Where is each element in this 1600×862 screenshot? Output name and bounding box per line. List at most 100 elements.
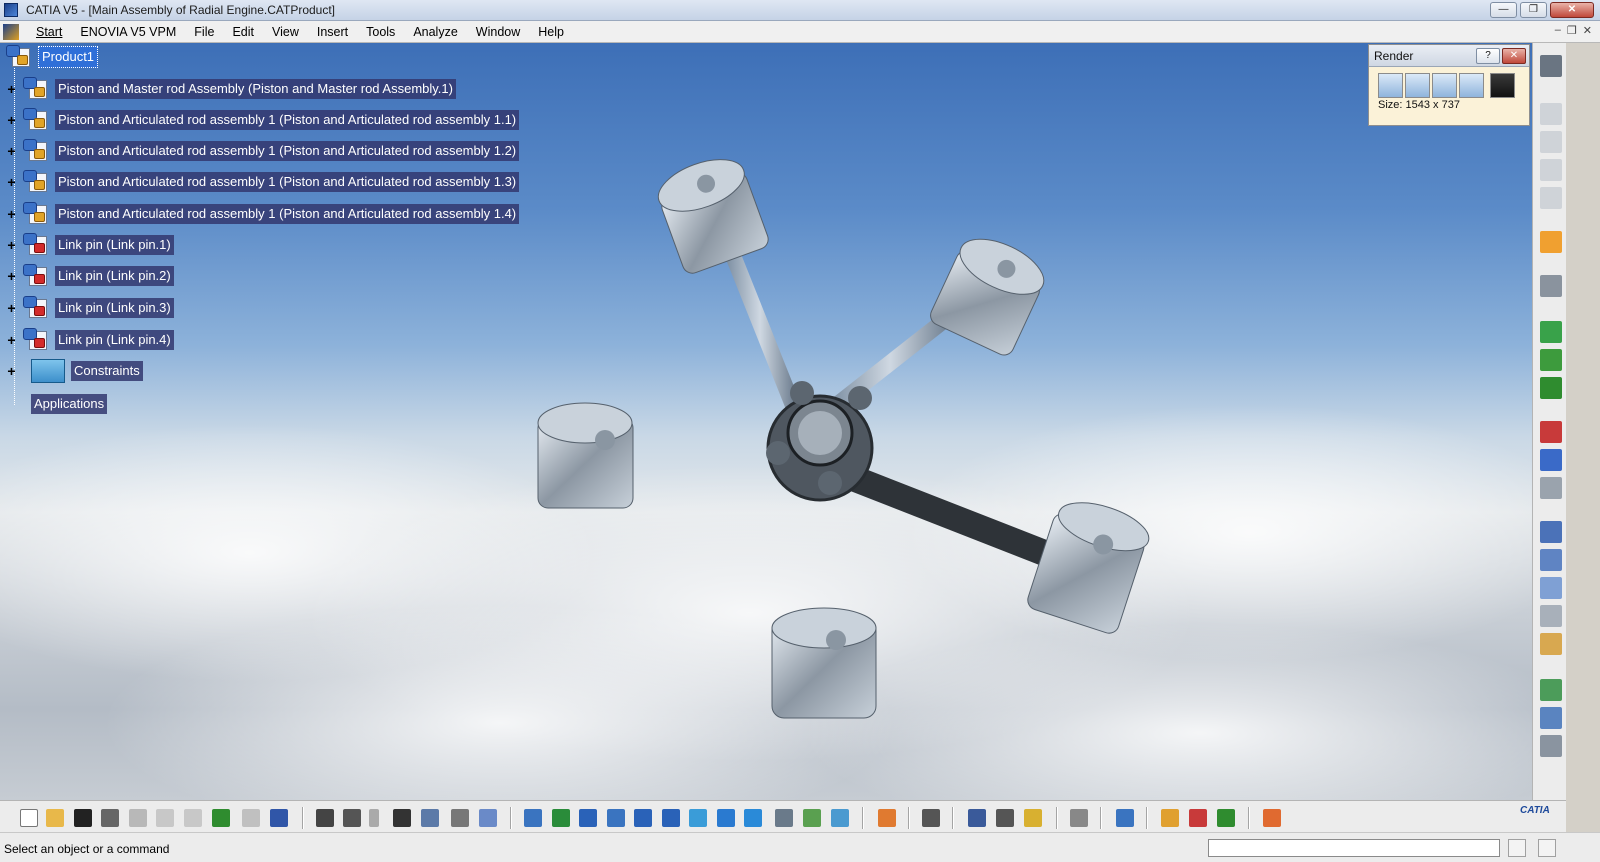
open-icon[interactable] xyxy=(46,809,64,827)
scene-icon[interactable] xyxy=(1217,809,1235,827)
manipulate-icon[interactable] xyxy=(1540,275,1562,297)
hide-show-icon[interactable] xyxy=(803,809,821,827)
menu-file[interactable]: File xyxy=(185,22,223,42)
tree-label-applications[interactable]: Applications xyxy=(31,394,108,414)
close-button[interactable]: ✕ xyxy=(1550,2,1594,18)
swap-visible-icon[interactable] xyxy=(831,809,849,827)
catia-app-icon[interactable] xyxy=(4,3,18,17)
render-camera-icon[interactable] xyxy=(1459,73,1484,98)
iso-view-icon[interactable] xyxy=(744,809,762,827)
inertia-icon[interactable] xyxy=(1024,809,1042,827)
render-close-button[interactable]: ✕ xyxy=(1502,47,1526,64)
catalog-browser-icon[interactable] xyxy=(922,809,940,827)
3d-viewport[interactable]: Product1 + Piston and Master rod Assembl… xyxy=(0,43,1566,800)
catalog-icon[interactable] xyxy=(1540,633,1562,655)
capture-icon[interactable] xyxy=(878,809,896,827)
rule-icon[interactable] xyxy=(369,809,379,827)
help-button[interactable]: ? xyxy=(1476,47,1500,64)
radial-engine-model[interactable] xyxy=(520,128,1160,748)
mdi-minimize-button[interactable]: – xyxy=(1555,24,1561,37)
tree-node-link-pin-3[interactable]: + Link pin (Link pin.3) xyxy=(6,296,174,320)
tree-label[interactable]: Link pin (Link pin.4) xyxy=(55,330,174,350)
restore-button[interactable]: ❐ xyxy=(1520,2,1547,18)
text-annotation-icon[interactable] xyxy=(1540,549,1562,571)
expand-icon[interactable]: + xyxy=(6,82,17,96)
grid-icon[interactable] xyxy=(1263,809,1281,827)
menu-enovia[interactable]: ENOVIA V5 VPM xyxy=(71,22,185,42)
new-icon[interactable] xyxy=(20,809,38,827)
tree-label[interactable]: Piston and Articulated rod assembly 1 (P… xyxy=(55,204,520,224)
apply-material-icon[interactable] xyxy=(1116,809,1134,827)
menu-edit[interactable]: Edit xyxy=(223,22,263,42)
table-icon[interactable] xyxy=(393,809,411,827)
fix-constraint-icon[interactable] xyxy=(1540,421,1562,443)
save-icon[interactable] xyxy=(74,809,92,827)
product-tool-icon[interactable] xyxy=(1540,103,1562,125)
pan-icon[interactable] xyxy=(579,809,597,827)
copy-icon[interactable] xyxy=(156,809,174,827)
mdi-restore-button[interactable]: ❐ xyxy=(1567,24,1577,37)
save-icon[interactable] xyxy=(1490,73,1515,98)
formula-icon[interactable] xyxy=(316,809,334,827)
contact-constraint-icon[interactable] xyxy=(1540,349,1562,371)
expand-icon[interactable]: + xyxy=(6,333,17,347)
menu-view[interactable]: View xyxy=(263,22,308,42)
update-icon[interactable] xyxy=(1540,477,1562,499)
analysis-icon[interactable] xyxy=(1540,707,1562,729)
tree-label[interactable]: Piston and Articulated rod assembly 1 (P… xyxy=(55,172,520,192)
paste-icon[interactable] xyxy=(184,809,202,827)
part-tool-icon[interactable] xyxy=(1540,159,1562,181)
expand-icon[interactable]: + xyxy=(6,175,17,189)
expand-icon[interactable]: + xyxy=(6,238,17,252)
tree-label[interactable]: Link pin (Link pin.2) xyxy=(55,266,174,286)
tree-node-articulated-1[interactable]: + Piston and Articulated rod assembly 1 … xyxy=(6,108,520,132)
tree-label[interactable]: Link pin (Link pin.3) xyxy=(55,298,174,318)
tree-node-link-pin-4[interactable]: + Link pin (Link pin.4) xyxy=(6,328,174,352)
view-multi-icon[interactable] xyxy=(717,809,735,827)
render-image-icon[interactable] xyxy=(1432,73,1457,98)
undo-icon[interactable] xyxy=(212,809,230,827)
tree-node-constraints[interactable]: + Constraints xyxy=(6,359,143,383)
command-toggle-button[interactable] xyxy=(1508,839,1526,857)
cut-icon[interactable] xyxy=(129,809,147,827)
fly-mode-icon[interactable] xyxy=(524,809,542,827)
zoom-in-icon[interactable] xyxy=(634,809,652,827)
dimension-icon[interactable] xyxy=(1540,521,1562,543)
zoom-out-icon[interactable] xyxy=(662,809,680,827)
knowledge-icon[interactable] xyxy=(343,809,361,827)
normal-view-icon[interactable] xyxy=(689,809,707,827)
select-cursor-icon[interactable] xyxy=(1540,231,1562,253)
expand-icon[interactable]: + xyxy=(6,144,17,158)
bill-of-material-icon[interactable] xyxy=(1540,735,1562,757)
measure-item-icon[interactable] xyxy=(996,809,1014,827)
expand-icon[interactable]: + xyxy=(6,207,17,221)
rotate-icon[interactable] xyxy=(607,809,625,827)
tree-node-articulated-3[interactable]: + Piston and Articulated rod assembly 1 … xyxy=(6,170,520,194)
tree-label-root[interactable]: Product1 xyxy=(38,46,99,68)
render-scene-icon[interactable] xyxy=(1378,73,1403,98)
command-input[interactable] xyxy=(1208,839,1500,857)
expand-icon[interactable]: + xyxy=(6,113,17,127)
tree-node-applications[interactable]: Applications xyxy=(31,392,108,416)
component-tool-icon[interactable] xyxy=(1540,131,1562,153)
tree-label[interactable]: Link pin (Link pin.1) xyxy=(55,235,174,255)
measure-icon[interactable] xyxy=(1540,679,1562,701)
redo-icon[interactable] xyxy=(242,809,260,827)
menu-analyze[interactable]: Analyze xyxy=(404,22,466,42)
menu-window[interactable]: Window xyxy=(467,22,529,42)
tree-label-constraints[interactable]: Constraints xyxy=(71,361,143,381)
update-all-icon[interactable] xyxy=(1070,809,1088,827)
tree-expand-icon[interactable] xyxy=(421,809,439,827)
menu-start[interactable]: Start xyxy=(27,22,71,42)
gear-icon[interactable] xyxy=(1540,55,1562,77)
offset-constraint-icon[interactable] xyxy=(1540,377,1562,399)
tree-label[interactable]: Piston and Articulated rod assembly 1 (P… xyxy=(55,141,520,161)
document-icon[interactable] xyxy=(3,23,19,40)
fix-together-icon[interactable] xyxy=(1540,449,1562,471)
mdi-close-button[interactable]: ✕ xyxy=(1583,24,1592,37)
tree-node-articulated-2[interactable]: + Piston and Articulated rod assembly 1 … xyxy=(6,139,520,163)
flag-note-icon[interactable] xyxy=(1540,577,1562,599)
material-library-icon[interactable] xyxy=(1161,809,1179,827)
whats-this-icon[interactable] xyxy=(270,809,288,827)
tree-node-link-pin-2[interactable]: + Link pin (Link pin.2) xyxy=(6,264,174,288)
